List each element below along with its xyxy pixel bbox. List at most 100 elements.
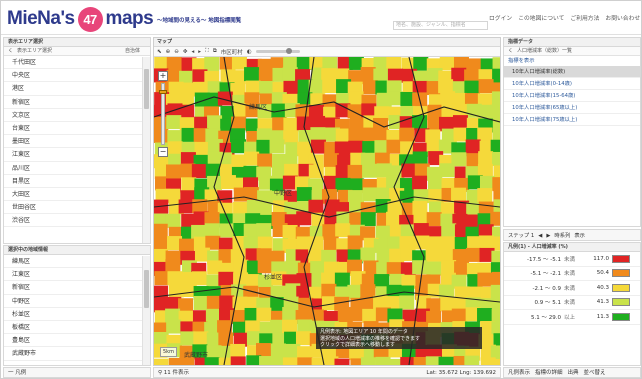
opacity-icon[interactable]: ◐: [247, 49, 252, 55]
map-cell[interactable]: [348, 91, 364, 106]
map-cell[interactable]: [412, 151, 428, 166]
indicator-detail-button[interactable]: 指標の詳細: [535, 368, 563, 377]
map-cell[interactable]: [412, 175, 428, 190]
indicator-item[interactable]: 10年人口増減率(75歳以上): [504, 114, 640, 126]
list-item[interactable]: 大田区: [4, 188, 150, 202]
list-item[interactable]: 中央区: [4, 69, 150, 83]
map-cell[interactable]: [243, 236, 259, 251]
map-cell[interactable]: [426, 310, 442, 325]
source-button[interactable]: 出典: [568, 368, 579, 377]
map-cell[interactable]: [194, 141, 210, 156]
map-cell[interactable]: [322, 79, 338, 94]
map-cell[interactable]: [295, 331, 311, 346]
legend-row[interactable]: -5.1 〜 -2.1 未満 50.4: [504, 267, 640, 281]
legend-view-button[interactable]: 凡例表示: [508, 368, 530, 377]
toolbar-area-label[interactable]: 市区町村: [221, 48, 243, 56]
map-cell[interactable]: [204, 223, 220, 238]
map-cell[interactable]: [347, 284, 363, 299]
map-cell[interactable]: [464, 355, 480, 365]
map-cell[interactable]: [256, 343, 272, 358]
map-cell[interactable]: [282, 319, 298, 334]
next-icon[interactable]: ▸: [198, 49, 201, 55]
scroll-thumb[interactable]: [144, 69, 149, 109]
map-cell[interactable]: [256, 223, 272, 238]
map-cell[interactable]: [361, 103, 377, 118]
map-cell[interactable]: [244, 67, 260, 82]
list-item[interactable]: 台東区: [4, 122, 150, 136]
map-cell[interactable]: [310, 127, 326, 142]
map-cell[interactable]: [413, 223, 429, 238]
indicator-item[interactable]: 10年人口増減率(15-64歳): [504, 90, 640, 102]
map-cell[interactable]: [465, 247, 481, 262]
list-item[interactable]: 新宿区: [4, 281, 150, 295]
map-cell[interactable]: [193, 295, 209, 310]
list-item[interactable]: 江東区: [4, 148, 150, 162]
map-cell[interactable]: [347, 164, 363, 179]
map-cell[interactable]: [376, 249, 392, 264]
map-cell[interactable]: [425, 356, 441, 365]
map-cell[interactable]: [451, 187, 467, 202]
site-logo[interactable]: MieNa's 47 maps: [7, 6, 154, 32]
map-cell[interactable]: [323, 153, 339, 168]
list-item[interactable]: 杉並区: [4, 308, 150, 321]
map-cell[interactable]: [399, 127, 415, 142]
map-cell[interactable]: [246, 355, 262, 365]
map-cell[interactable]: [191, 164, 207, 179]
map-cell[interactable]: [412, 260, 428, 275]
list-item[interactable]: 新宿区: [4, 96, 150, 109]
map-cell[interactable]: [440, 236, 456, 251]
map-cell[interactable]: [283, 117, 299, 132]
map-cell[interactable]: [347, 235, 363, 250]
map-svg[interactable]: 練馬区中野区杉並区武蔵野市: [154, 57, 500, 365]
map-cell[interactable]: [347, 104, 363, 119]
list-item[interactable]: 墨田区: [4, 135, 150, 149]
prev-step-icon[interactable]: ◀: [538, 230, 542, 240]
map-cell[interactable]: [165, 259, 181, 274]
map-cell[interactable]: [438, 356, 454, 365]
map-cell[interactable]: [181, 177, 197, 192]
map-cell[interactable]: [154, 235, 168, 250]
list-item[interactable]: 文京区: [4, 109, 150, 122]
list-item[interactable]: 江東区: [4, 268, 150, 282]
map-cell[interactable]: [322, 224, 338, 239]
map-cell[interactable]: [477, 272, 493, 287]
map-cell[interactable]: [439, 163, 455, 178]
zoom-slider[interactable]: [159, 83, 167, 145]
map-cell[interactable]: [451, 67, 467, 82]
opacity-slider-knob[interactable]: [285, 48, 292, 54]
legend-row[interactable]: 5.1 〜 29.0 以上 11.3: [504, 310, 640, 325]
map-cell[interactable]: [373, 57, 389, 70]
legend-row[interactable]: -2.1 〜 0.9 未満 40.3: [504, 281, 640, 296]
nav-type[interactable]: 自治体: [125, 47, 150, 55]
map-cell[interactable]: [478, 235, 494, 250]
map-cell[interactable]: [204, 57, 220, 71]
map-cell[interactable]: [478, 151, 494, 166]
map-cell[interactable]: [296, 187, 312, 202]
indicator-link[interactable]: 指標を表示: [504, 56, 640, 66]
list-item[interactable]: 目黒区: [4, 175, 150, 188]
map-cell[interactable]: [490, 211, 500, 226]
map-cell[interactable]: [348, 307, 364, 322]
map-cell[interactable]: [220, 175, 236, 190]
map-cell[interactable]: [478, 79, 494, 94]
legend-row[interactable]: 0.9 〜 5.1 未満 41.3: [504, 296, 640, 310]
map-cell[interactable]: [477, 188, 493, 203]
map-cell[interactable]: [425, 247, 441, 262]
map-cell[interactable]: [270, 343, 286, 358]
list-item[interactable]: 板橋区: [4, 321, 150, 335]
next-step-icon[interactable]: ▶: [546, 230, 550, 240]
list-item[interactable]: 武蔵野市: [4, 347, 150, 361]
map-cell[interactable]: [425, 129, 441, 144]
map-cell[interactable]: [428, 189, 444, 204]
map-cell[interactable]: [154, 358, 169, 365]
map-cell[interactable]: [282, 224, 298, 239]
opacity-slider[interactable]: [255, 48, 300, 54]
map-cell[interactable]: [166, 319, 182, 334]
map-cell[interactable]: [218, 271, 234, 286]
map-cell[interactable]: [362, 163, 378, 178]
header-link-about[interactable]: この地図について: [518, 13, 564, 22]
map-cell[interactable]: [206, 345, 222, 360]
map-cell[interactable]: [477, 127, 493, 142]
list-item[interactable]: 渋谷区: [4, 214, 150, 228]
map-cell[interactable]: [426, 212, 442, 227]
